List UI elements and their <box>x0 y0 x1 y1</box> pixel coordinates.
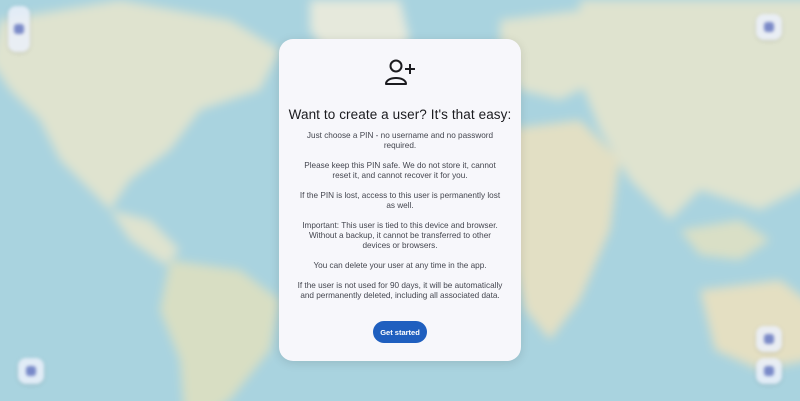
menu-icon[interactable] <box>756 358 782 384</box>
app-screen: Want to create a user? It's that easy: J… <box>0 0 800 401</box>
inactivity-deletion-text: If the user is not used for 90 days, it … <box>297 281 503 300</box>
search-glyph-icon <box>764 334 774 344</box>
location-icon[interactable] <box>18 358 44 384</box>
create-user-dialog: Want to create a user? It's that easy: J… <box>279 39 521 361</box>
delete-user-text: You can delete your user at any time in … <box>313 261 487 270</box>
dialog-icon-wrap <box>279 58 521 88</box>
layers-icon[interactable] <box>756 14 782 40</box>
pin-lost-text: If the PIN is lost, access to this user … <box>299 191 501 210</box>
pin-intro-text: Just choose a PIN - no username and no p… <box>306 131 494 150</box>
device-tied-text: Important: This user is tied to this dev… <box>302 221 498 250</box>
search-icon[interactable] <box>756 326 782 352</box>
dialog-title: Want to create a user? It's that easy: <box>288 107 512 122</box>
layers-glyph-icon <box>764 22 774 32</box>
menu-glyph-icon <box>764 366 774 376</box>
zoom-glyph-icon <box>14 24 24 34</box>
person-add-icon <box>385 59 415 85</box>
location-glyph-icon <box>26 366 36 376</box>
get-started-button[interactable]: Get started <box>373 321 427 343</box>
pin-safe-text: Please keep this PIN safe. We do not sto… <box>304 161 496 180</box>
dialog-body: Just choose a PIN - no username and no p… <box>297 131 503 311</box>
zoom-controls-icon[interactable] <box>8 6 30 52</box>
